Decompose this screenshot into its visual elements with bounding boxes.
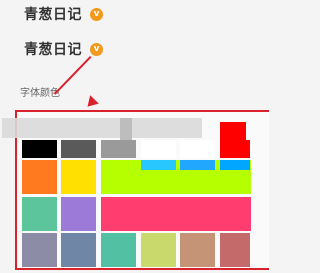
color-swatch[interactable] (220, 160, 250, 170)
color-swatch[interactable] (101, 140, 136, 158)
v-badge-icon: v (90, 42, 103, 56)
annotation-arrow (53, 56, 92, 95)
font-option-row-1[interactable]: 青葱日记 v (24, 4, 103, 24)
color-swatch[interactable] (61, 140, 96, 158)
color-swatch[interactable] (22, 160, 57, 194)
color-swatch[interactable] (61, 197, 96, 231)
color-swatch[interactable] (180, 233, 215, 267)
font-option-label: 青葱日记 (24, 42, 82, 58)
color-swatch-wide[interactable] (101, 197, 251, 231)
color-swatch[interactable] (180, 160, 215, 170)
color-swatch[interactable] (101, 233, 136, 267)
blurred-region-2 (120, 118, 132, 140)
color-swatch[interactable] (141, 233, 176, 267)
color-swatch[interactable] (22, 197, 57, 231)
color-swatch[interactable] (61, 233, 96, 267)
blurred-region (2, 118, 202, 138)
color-swatch[interactable] (22, 233, 57, 267)
color-swatch[interactable] (220, 233, 250, 267)
color-swatch[interactable] (22, 140, 57, 158)
color-swatch-selected[interactable] (220, 122, 246, 152)
color-swatch[interactable] (141, 160, 176, 170)
v-badge-icon: v (90, 7, 103, 21)
color-swatch[interactable] (61, 160, 96, 194)
font-option-label: 青葱日记 (24, 7, 82, 23)
annotation-arrow-head (83, 95, 99, 111)
color-swatch[interactable] (180, 140, 215, 158)
font-option-row-2[interactable]: 青葱日记 v (24, 39, 103, 59)
color-swatch[interactable] (141, 140, 176, 158)
